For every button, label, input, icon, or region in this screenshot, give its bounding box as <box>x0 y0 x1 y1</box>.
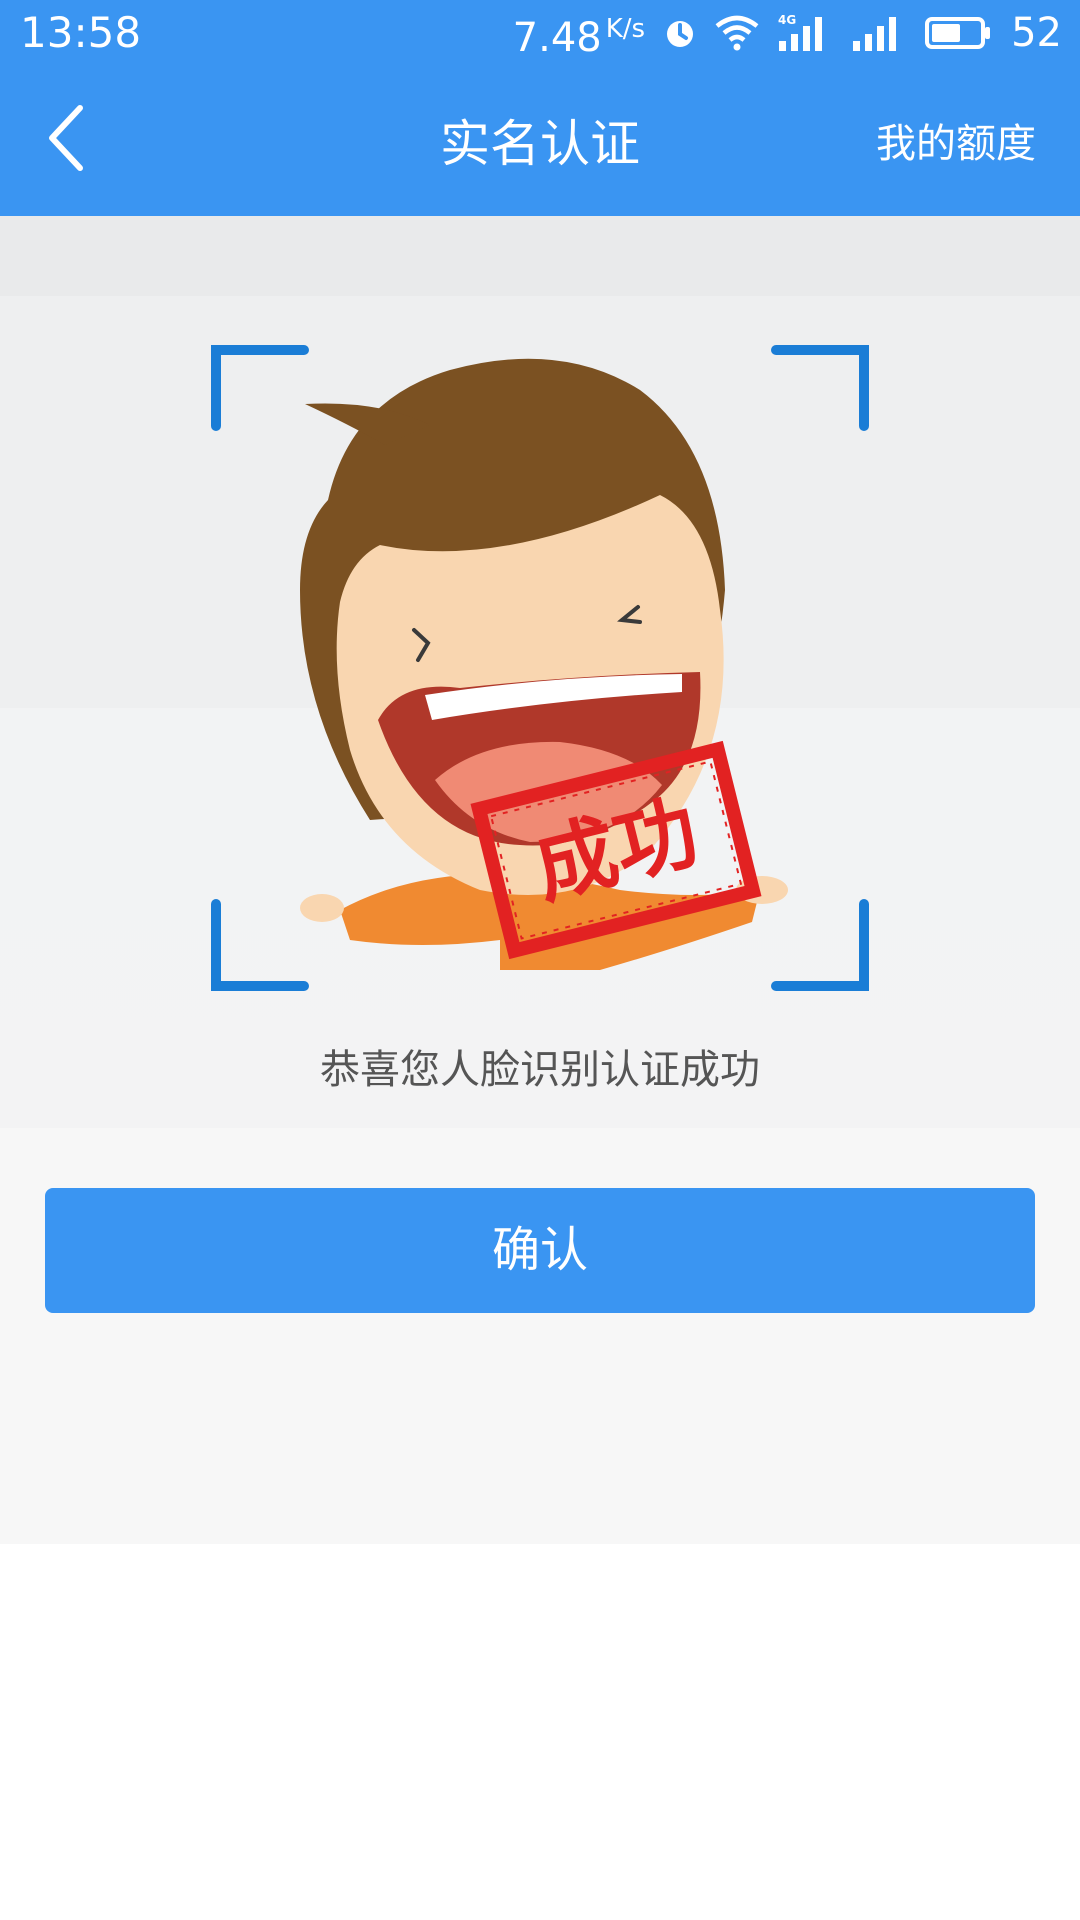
alarm-icon <box>667 21 694 47</box>
network-speed-value: 7.48 <box>512 14 602 61</box>
network-speed-unit: K/s <box>605 13 646 44</box>
battery-level: 52 <box>1011 10 1062 56</box>
status-time: 13:58 <box>20 8 142 57</box>
nav-bar: 实名认证 我的额度 <box>0 66 1080 216</box>
wifi-icon <box>715 15 759 51</box>
my-quota-link[interactable]: 我的额度 <box>876 118 1036 170</box>
face-recognition-illustration: 成功 <box>211 345 869 991</box>
confirm-button[interactable]: 确认 <box>45 1188 1035 1313</box>
svg-text:4G: 4G <box>778 13 796 27</box>
status-icons: 7.48 K/s 4G 52 <box>513 4 1062 63</box>
top-band <box>0 216 1080 296</box>
signal-icon <box>853 17 897 51</box>
status-bar: 13:58 7.48 K/s 4G 52 <box>0 0 1080 66</box>
success-message: 恭喜您人脸识别认证成功 <box>320 1047 760 1093</box>
left-hand <box>300 894 344 922</box>
signal-4g-icon: 4G <box>778 13 823 51</box>
battery-icon <box>925 17 991 49</box>
network-speed: 7.48 K/s <box>513 4 645 63</box>
